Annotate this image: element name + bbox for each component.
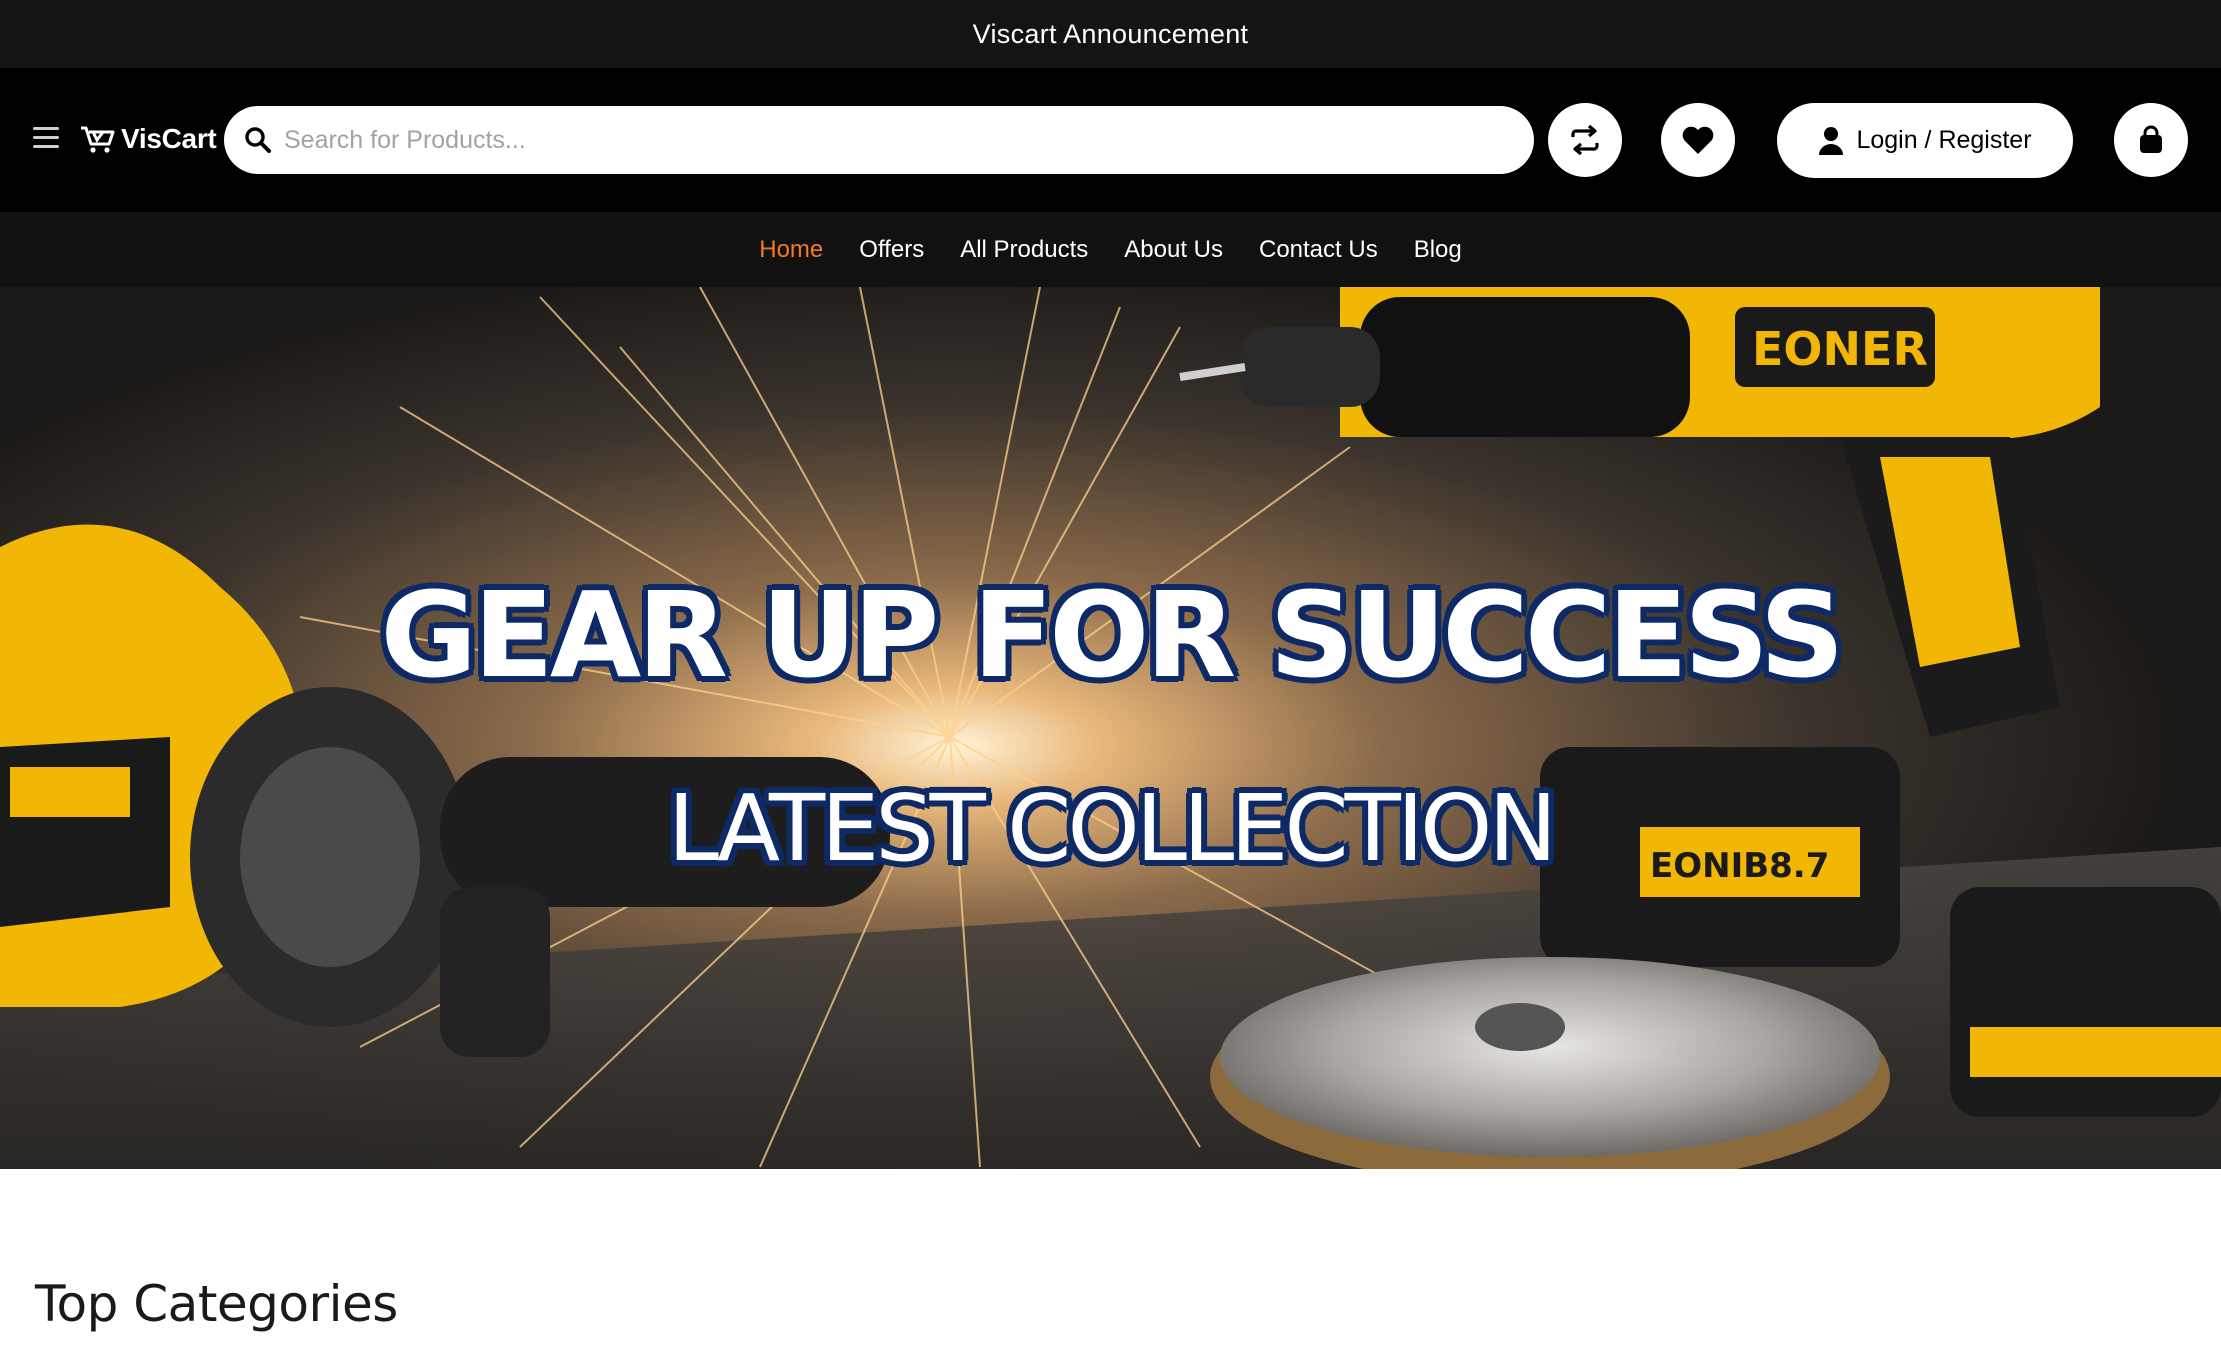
hamburger-menu-icon[interactable] xyxy=(33,125,61,151)
search-bar xyxy=(224,106,1534,174)
heart-icon xyxy=(1682,126,1714,154)
shopping-bag-icon xyxy=(2140,125,2162,153)
site-header: VisCart Login / Register xyxy=(0,68,2221,212)
site-logo[interactable]: VisCart xyxy=(79,122,217,156)
nav-blog[interactable]: Blog xyxy=(1414,236,1462,264)
login-register-button[interactable]: Login / Register xyxy=(1777,103,2073,178)
main-nav: Home Offers All Products About Us Contac… xyxy=(0,212,2221,287)
nav-home[interactable]: Home xyxy=(759,236,823,264)
drill-brand-badge: EONER xyxy=(1752,322,1928,376)
user-icon xyxy=(1819,126,1844,155)
announcement-text: Viscart Announcement xyxy=(972,18,1249,49)
cart-button[interactable] xyxy=(2114,103,2188,177)
hero-subtitle: LATEST COLLECTION xyxy=(667,775,1557,882)
wishlist-button[interactable] xyxy=(1661,103,1735,177)
announcement-bar: Viscart Announcement xyxy=(0,0,2221,68)
search-input[interactable] xyxy=(282,124,1534,156)
compare-button[interactable] xyxy=(1548,103,1622,177)
hero-background-image: EONER EONIB8.7 xyxy=(0,287,2221,1169)
hero-banner[interactable]: EONER EONIB8.7 GEAR UP FOR SUCCESS LATES… xyxy=(0,287,2221,1169)
compare-arrows-icon xyxy=(1571,124,1599,156)
nav-about-us[interactable]: About Us xyxy=(1124,236,1223,264)
nav-all-products[interactable]: All Products xyxy=(960,236,1088,264)
cart-logo-icon xyxy=(81,126,115,153)
nav-offers[interactable]: Offers xyxy=(859,236,924,264)
nav-contact-us[interactable]: Contact Us xyxy=(1259,236,1378,264)
logo-name: VisCart xyxy=(121,123,217,154)
hero-title: GEAR UP FOR SUCCESS xyxy=(380,566,1844,704)
top-categories-heading: Top Categories xyxy=(35,1275,398,1333)
search-icon[interactable] xyxy=(244,126,272,154)
login-register-label: Login / Register xyxy=(1856,126,2032,154)
